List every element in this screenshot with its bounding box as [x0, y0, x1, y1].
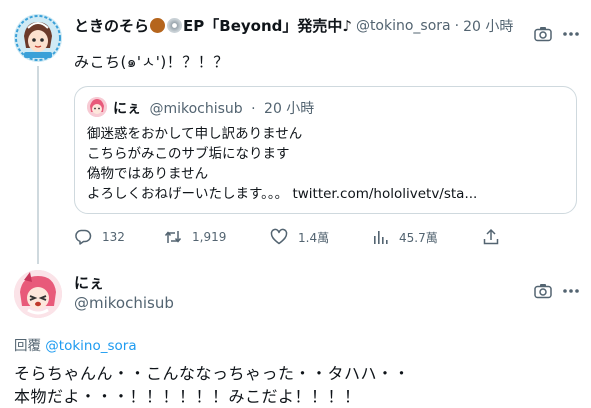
quote-separator: ·: [251, 101, 256, 117]
reply-prefix: 回覆: [14, 338, 41, 354]
camera-icon[interactable]: [534, 26, 552, 42]
tweet2-line: 本物だよ・・・！！！！！！みこだよ！！！！: [14, 387, 361, 406]
quote-time: 20 小時: [264, 101, 315, 117]
tweet1-display-name[interactable]: ときのそら EP「Beyond」発売中♪: [74, 15, 352, 36]
camera-icon[interactable]: [534, 283, 552, 299]
heart-icon: [270, 228, 288, 245]
sora-avatar-image: [14, 14, 62, 62]
tweet2-line: そらちゃんん・・こんななっちゃった・・タハハ・・: [14, 364, 411, 383]
share-icon: [483, 228, 499, 245]
quote-display-name: にぇ: [113, 101, 141, 117]
more-options-icon[interactable]: [562, 31, 580, 37]
quote-line: よろしくおねげーいたします。。。 twitter.com/hololivetv/…: [87, 186, 478, 202]
bear-emoji-icon: [150, 18, 166, 33]
more-options-icon[interactable]: [562, 288, 580, 294]
share-button[interactable]: [482, 228, 510, 246]
retweet-count: 1,919: [192, 230, 227, 244]
like-button[interactable]: 1.4萬: [270, 228, 329, 246]
tweet1-name-prefix: ときのそら: [74, 17, 150, 35]
retweet-icon: [164, 231, 182, 243]
reply-icon: [75, 229, 92, 245]
tweet2-handle[interactable]: @mikochisub: [74, 294, 174, 312]
cd-emoji-icon: [167, 18, 183, 33]
quoted-tweet-card[interactable]: にぇ @mikochisub · 20 小時 御迷惑をおかして申し訳ありません …: [74, 86, 577, 214]
reply-count: 132: [102, 230, 125, 244]
view-count: 45.7萬: [399, 230, 438, 245]
quote-line: こちらがみこのサブ垢になります: [87, 146, 290, 162]
retweet-button[interactable]: 1,919: [164, 228, 226, 246]
quote-body: 御迷惑をおかして申し訳ありません こちらがみこのサブ垢になります 偽物ではありま…: [87, 124, 477, 204]
thread-connector-line: [37, 66, 39, 264]
quote-header: にぇ @mikochisub · 20 小時: [113, 98, 314, 118]
tweet1-action-bar: 132 1,919 1.4萬 45.7萬: [74, 228, 504, 248]
tweet1-separator: ·: [454, 17, 460, 34]
quote-avatar: [87, 97, 107, 117]
quote-handle: @mikochisub: [149, 101, 243, 117]
views-button[interactable]: 45.7萬: [371, 228, 438, 246]
tweet1-name-suffix: EP「Beyond」発売中♪: [183, 17, 352, 35]
like-count: 1.4萬: [298, 230, 330, 245]
reply-button[interactable]: 132: [74, 228, 125, 246]
tweet1-time[interactable]: 20 小時: [463, 16, 513, 36]
tweet1-header: ときのそら EP「Beyond」発売中♪ @tokino_sora · 20 小時: [74, 15, 513, 36]
tweet1-avatar[interactable]: [14, 14, 62, 62]
tweet2-display-name[interactable]: にぇ: [74, 272, 104, 293]
miko-avatar-image: [14, 270, 62, 318]
tweet1-text: みこち(๑'ㅅ')！？！？: [74, 53, 229, 71]
replying-to: 回覆 @tokino_sora: [14, 334, 137, 354]
tweet1-handle[interactable]: @tokino_sora: [356, 18, 451, 34]
tweet2-text: そらちゃんん・・こんななっちゃった・・タハハ・・ 本物だよ・・・！！！！！！みこ…: [14, 362, 410, 408]
views-chart-icon: [374, 231, 388, 244]
reply-to-link[interactable]: @tokino_sora: [45, 338, 136, 354]
quote-line: 偽物ではありません: [87, 166, 209, 182]
quote-line: 御迷惑をおかして申し訳ありません: [87, 126, 303, 142]
miko-small-avatar-image: [87, 97, 107, 117]
tweet2-avatar[interactable]: [14, 270, 62, 318]
